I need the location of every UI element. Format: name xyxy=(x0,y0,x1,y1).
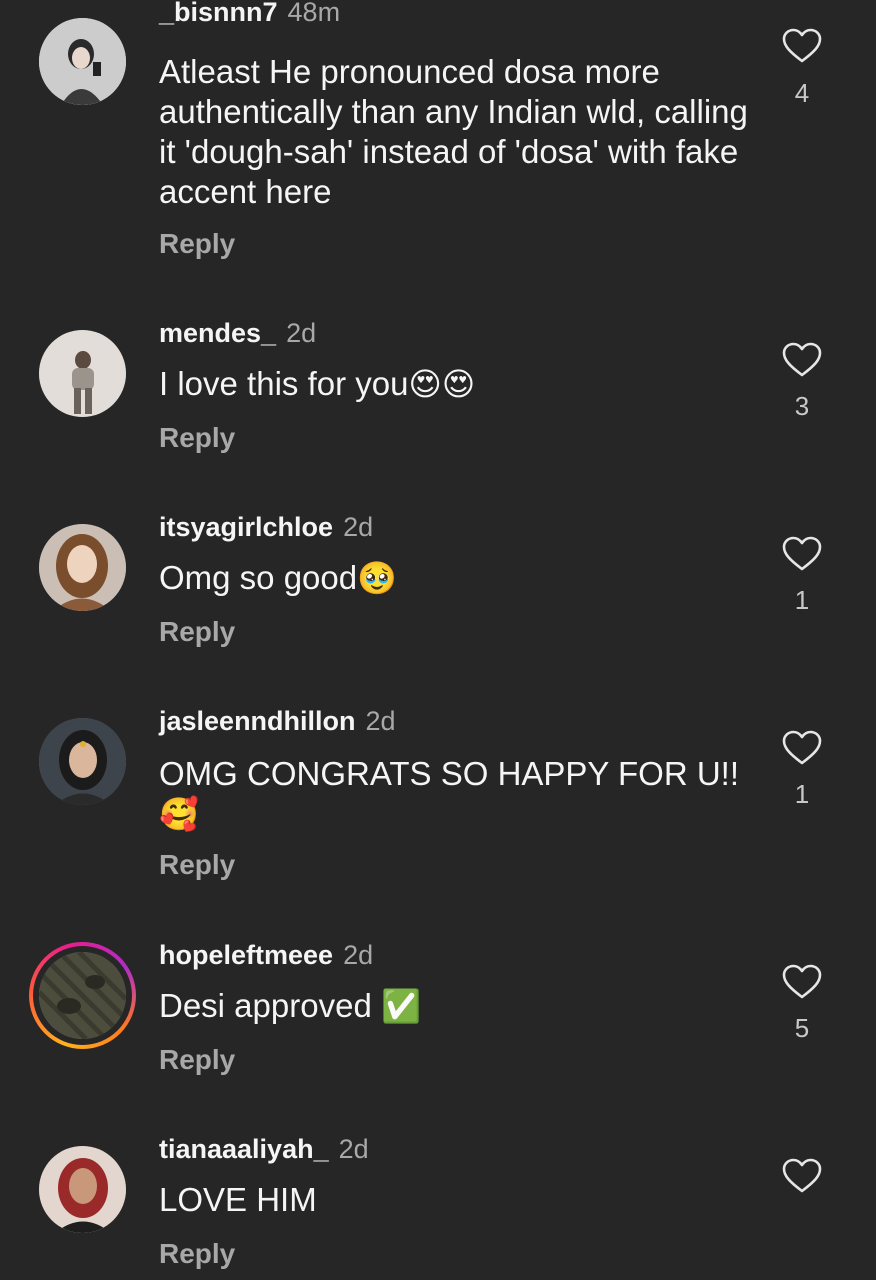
comment-meta: mendes_ 2d xyxy=(159,317,316,349)
avatar[interactable] xyxy=(39,524,126,611)
heart-icon[interactable] xyxy=(782,342,822,378)
username[interactable]: jasleenndhillon xyxy=(159,706,356,736)
comment-meta: hopeleftmeee 2d xyxy=(159,939,373,971)
comment-body: OMG CONGRATS SO HAPPY FOR U!! xyxy=(159,755,740,792)
timestamp: 2d xyxy=(343,512,374,542)
comment-body: Desi approved xyxy=(159,987,372,1024)
heart-icon[interactable] xyxy=(782,730,822,766)
username[interactable]: _bisnnn7 xyxy=(159,0,278,27)
comment-meta: jasleenndhillon 2d xyxy=(159,705,396,737)
comment-text: Desi approved ✅ xyxy=(159,986,759,1026)
comment-text: I love this for you😍😍 xyxy=(159,364,759,404)
comment-item: hopeleftmeee 2d Desi approved ✅ Reply 5 xyxy=(0,922,876,1102)
reply-button[interactable]: Reply xyxy=(159,1044,235,1076)
comment-text: OMG CONGRATS SO HAPPY FOR U!! 🥰 xyxy=(159,754,759,834)
like-count: 5 xyxy=(794,1013,810,1043)
comment-text: LOVE HIM xyxy=(159,1180,759,1220)
comment-meta: _bisnnn7 48m xyxy=(159,0,340,28)
avatar-photo xyxy=(39,524,126,611)
emoji: 😍😍 xyxy=(408,365,476,403)
emoji: ✅ xyxy=(380,987,421,1025)
comment-body: LOVE HIM xyxy=(159,1181,317,1218)
comment-body: Atleast He pronounced dosa more authenti… xyxy=(159,53,748,210)
comment-meta: itsyagirlchloe 2d xyxy=(159,511,373,543)
username[interactable]: itsyagirlchloe xyxy=(159,512,333,542)
emoji: 🥰 xyxy=(159,795,199,833)
like-count: 3 xyxy=(794,391,810,421)
username[interactable]: hopeleftmeee xyxy=(159,940,333,970)
username[interactable]: mendes_ xyxy=(159,318,276,348)
comment-body: I love this for you xyxy=(159,365,409,402)
comment-text: Omg so good🥹 xyxy=(159,558,759,598)
comment-item: tianaaaliyah_ 2d LOVE HIM Reply xyxy=(0,1116,876,1280)
comment-body: Omg so good xyxy=(159,559,358,596)
heart-icon[interactable] xyxy=(782,964,822,1000)
avatar[interactable] xyxy=(39,18,126,105)
comment-item: jasleenndhillon 2d OMG CONGRATS SO HAPPY … xyxy=(0,688,876,908)
avatar-photo xyxy=(39,1146,126,1233)
timestamp: 2d xyxy=(343,940,374,970)
avatar-photo xyxy=(39,718,126,805)
emoji: 🥹 xyxy=(357,559,397,597)
avatar[interactable] xyxy=(39,1146,126,1233)
heart-icon[interactable] xyxy=(782,1158,822,1194)
reply-button[interactable]: Reply xyxy=(159,228,235,260)
comment-meta: tianaaaliyah_ 2d xyxy=(159,1133,369,1165)
reply-button[interactable]: Reply xyxy=(159,849,235,881)
avatar-photo xyxy=(39,18,126,105)
reply-button[interactable]: Reply xyxy=(159,1238,235,1270)
reply-button[interactable]: Reply xyxy=(159,616,235,648)
avatar-photo xyxy=(39,952,126,1039)
timestamp: 2d xyxy=(286,318,317,348)
avatar[interactable] xyxy=(39,330,126,417)
avatar[interactable] xyxy=(39,718,126,805)
timestamp: 2d xyxy=(338,1134,369,1164)
like-count: 1 xyxy=(794,779,810,809)
avatar-photo xyxy=(39,330,126,417)
like-count: 4 xyxy=(794,78,810,108)
comment-item: _bisnnn7 48m Atleast He pronounced dosa m… xyxy=(0,0,876,290)
avatar xyxy=(39,952,126,1039)
comment-item: itsyagirlchloe 2d Omg so good🥹 Reply 1 xyxy=(0,494,876,674)
timestamp: 48m xyxy=(287,0,341,27)
reply-button[interactable]: Reply xyxy=(159,422,235,454)
timestamp: 2d xyxy=(365,706,396,736)
comment-item: mendes_ 2d I love this for you😍😍 Reply 3 xyxy=(0,300,876,480)
username[interactable]: tianaaaliyah_ xyxy=(159,1134,329,1164)
heart-icon[interactable] xyxy=(782,28,822,64)
heart-icon[interactable] xyxy=(782,536,822,572)
comment-text: Atleast He pronounced dosa more authenti… xyxy=(159,52,759,212)
like-count: 1 xyxy=(794,585,810,615)
story-ring[interactable] xyxy=(29,942,136,1049)
